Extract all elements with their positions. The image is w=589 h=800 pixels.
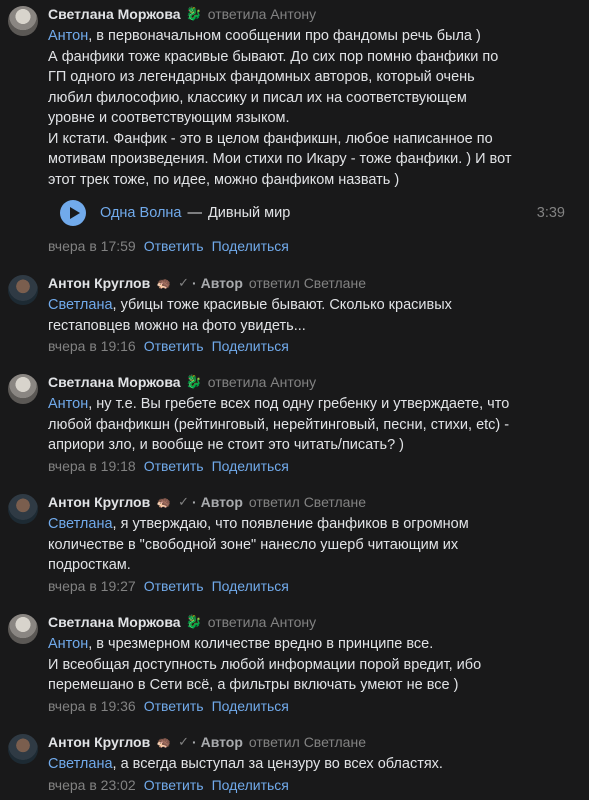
text-line: мотивам произведения. Мои стихи по Икару… (48, 151, 512, 167)
text-line: , в чрезмерном количестве вредно в принц… (88, 636, 434, 652)
play-icon[interactable] (60, 200, 86, 226)
audio-title: Дивный мир (207, 205, 291, 221)
author-role-label: · Автор (192, 494, 243, 510)
text-line: , в первоначальном сообщении про фандомы… (88, 28, 481, 44)
hedgehog-emoji-icon: 🦔 (156, 495, 172, 509)
audio-artist[interactable]: Одна Волна (100, 205, 181, 221)
avatar[interactable] (8, 275, 38, 305)
comment-text: Антон, в первоначальном сообщении про фа… (48, 26, 578, 190)
comment-text: Антон, ну т.е. Вы гребете всех под одну … (48, 394, 578, 456)
text-line: этот трек тоже, по идее, можно фанфиком … (48, 171, 400, 188)
comment-text: Светлана, а всегда выступал за цензуру в… (48, 754, 578, 775)
comment-date[interactable]: вчера в 19:36 (48, 698, 136, 714)
reply-button[interactable]: Ответить (144, 238, 204, 254)
text-line: , а всегда выступал за цензуру во всех о… (112, 756, 443, 772)
reply-button[interactable]: Ответить (144, 338, 204, 354)
comment-header: Светлана Моржова 🐉 ответила Антону (48, 4, 316, 24)
reply-button[interactable]: Ответить (144, 698, 204, 714)
audio-duration: 3:39 (536, 205, 565, 221)
comment-footer: вчера в 19:27 Ответить Поделиться (48, 578, 289, 594)
comment-date[interactable]: вчера в 19:27 (48, 578, 136, 594)
mention-link[interactable]: Светлана (48, 756, 113, 772)
text-line: перемешано в Сети всё, а фильтры включат… (48, 677, 459, 693)
share-button[interactable]: Поделиться (212, 458, 289, 474)
dragon-emoji-icon: 🐉 (185, 614, 202, 629)
author-role-label: · Автор (192, 734, 243, 750)
text-line: , убицы тоже красивые бывают. Сколько кр… (112, 297, 452, 313)
comment-header: Светлана Моржова 🐉 ответила Антону (48, 372, 316, 392)
hedgehog-emoji-icon: 🦔 (156, 276, 172, 290)
avatar[interactable] (8, 374, 38, 404)
comment-footer: вчера в 19:16 Ответить Поделиться (48, 338, 289, 354)
reply-button[interactable]: Ответить (144, 458, 204, 474)
text-line: уровне и соответствующим языком. (48, 110, 290, 126)
comment-footer: вчера в 17:59 Ответить Поделиться (48, 238, 289, 254)
author-name[interactable]: Светлана Моржова (48, 614, 181, 630)
reply-button[interactable]: Ответить (144, 777, 204, 793)
comment-text: Антон, в чрезмерном количестве вредно в … (48, 634, 578, 696)
audio-attachment[interactable]: Одна Волна — Дивный мир 3:39 (60, 200, 565, 226)
reply-target[interactable]: ответил Светлане (249, 275, 366, 291)
check-icon: ✓ (178, 275, 190, 290)
audio-separator: — (187, 205, 202, 221)
reply-target[interactable]: ответила Антону (208, 6, 316, 22)
share-button[interactable]: Поделиться (212, 338, 289, 354)
text-line: И кстати. Фанфик - это в целом фанфикшн,… (48, 130, 493, 147)
reply-target[interactable]: ответила Антону (208, 374, 316, 390)
avatar[interactable] (8, 614, 38, 644)
comment-header: Антон Круглов 🦔 ✓ · Автор ответил Светла… (48, 492, 366, 512)
dragon-emoji-icon: 🐉 (185, 374, 202, 389)
dragon-emoji-icon: 🐉 (185, 6, 202, 21)
text-line: подросткам. (48, 557, 131, 573)
author-name[interactable]: Антон Круглов (48, 494, 150, 510)
text-line: количестве в "свободной зоне" нанесло уш… (48, 536, 459, 553)
comment-date[interactable]: вчера в 23:02 (48, 777, 136, 793)
text-line: ГП одного из легендарных фандомных автор… (48, 69, 475, 85)
text-line: любил философию, классику и писал их на … (48, 89, 467, 106)
avatar[interactable] (8, 494, 38, 524)
mention-link[interactable]: Светлана (48, 516, 113, 532)
comment-footer: вчера в 19:36 Ответить Поделиться (48, 698, 289, 714)
mention-link[interactable]: Антон (48, 396, 88, 412)
mention-link[interactable]: Антон (48, 28, 88, 44)
text-line: , ну т.е. Вы гребете всех под одну гребе… (88, 396, 510, 412)
reply-target[interactable]: ответила Антону (208, 614, 316, 630)
text-line: любой фанфикшн (рейтинговый, нерейтингов… (48, 416, 510, 433)
text-line: , я утверждаю, что появление фанфиков в … (112, 516, 469, 532)
reply-button[interactable]: Ответить (144, 578, 204, 594)
comment-date[interactable]: вчера в 19:18 (48, 458, 136, 474)
author-name[interactable]: Антон Круглов (48, 275, 150, 291)
comment-footer: вчера в 23:02 Ответить Поделиться (48, 777, 289, 793)
comment-footer: вчера в 19:18 Ответить Поделиться (48, 458, 289, 474)
share-button[interactable]: Поделиться (212, 578, 289, 594)
comment-header: Антон Круглов 🦔 ✓ · Автор ответил Светла… (48, 273, 366, 293)
text-line: А фанфики тоже красивые бывают. До сих п… (48, 48, 499, 65)
author-name[interactable]: Светлана Моржова (48, 6, 181, 22)
comment-header: Светлана Моржова 🐉 ответила Антону (48, 612, 316, 632)
mention-link[interactable]: Светлана (48, 297, 113, 313)
text-line: априори зло, и вообще не стоит это читат… (48, 437, 405, 453)
comment-text: Светлана, убицы тоже красивые бывают. Ск… (48, 295, 578, 336)
comment-text: Светлана, я утверждаю, что появление фан… (48, 514, 578, 576)
hedgehog-emoji-icon: 🦔 (156, 735, 172, 749)
comment-date[interactable]: вчера в 17:59 (48, 238, 136, 254)
reply-target[interactable]: ответил Светлане (249, 494, 366, 510)
share-button[interactable]: Поделиться (212, 698, 289, 714)
reply-target[interactable]: ответил Светлане (249, 734, 366, 750)
mention-link[interactable]: Антон (48, 636, 88, 652)
comment-header: Антон Круглов 🦔 ✓ · Автор ответил Светла… (48, 732, 366, 752)
check-icon: ✓ (178, 494, 190, 509)
text-line: И всеобщая доступность любой информации … (48, 656, 482, 673)
author-name[interactable]: Светлана Моржова (48, 374, 181, 390)
author-name[interactable]: Антон Круглов (48, 734, 150, 750)
share-button[interactable]: Поделиться (212, 777, 289, 793)
share-button[interactable]: Поделиться (212, 238, 289, 254)
avatar[interactable] (8, 734, 38, 764)
avatar[interactable] (8, 6, 38, 36)
text-line: гестаповцев можно на фото увидеть... (48, 317, 306, 334)
author-role-label: · Автор (192, 275, 243, 291)
check-icon: ✓ (178, 734, 190, 749)
comment-date[interactable]: вчера в 19:16 (48, 338, 136, 354)
